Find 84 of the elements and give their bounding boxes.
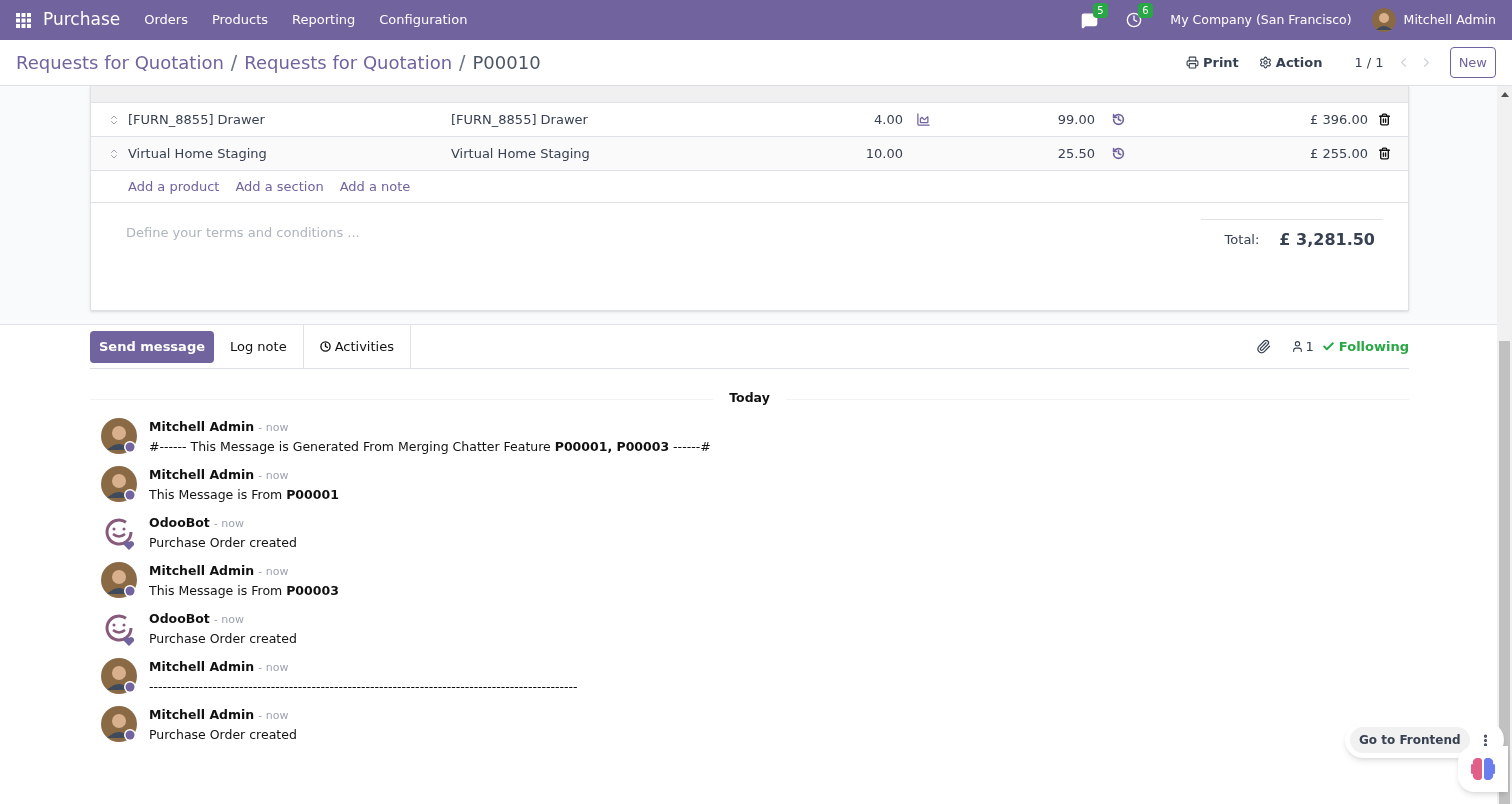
message-body: This Message is From P00003 [149,581,339,600]
total-label: Total: [1224,231,1260,249]
clock-icon [319,341,331,352]
message-time: - now [258,660,289,676]
message-author[interactable]: Mitchell Admin [149,562,255,581]
breadcrumb[interactable]: Requests for Quotation [16,49,224,76]
log-note-button[interactable]: Log note [214,324,304,369]
message-author[interactable]: Mitchell Admin [149,658,255,677]
message-body: #------ This Message is Generated From Merging Chatter Feature P00001, P00003 ------# [149,437,711,456]
table-cell-text: [FURN_8855] Drawer [451,110,589,129]
company-name[interactable]: My Company (San Francisco) [1170,10,1352,30]
assistant-button[interactable] [1458,746,1508,792]
breadcrumb-separator: / [459,50,466,76]
message-time: - now [258,468,289,484]
message-author[interactable]: Mitchell Admin [149,706,255,725]
history-icon[interactable] [1111,113,1125,126]
message-body: Purchase Order created [149,629,297,648]
user-avatar-icon [101,418,137,454]
go-to-frontend-button[interactable]: Go to Frontend [1350,727,1470,753]
breadcrumb[interactable]: Requests for Quotation [244,49,453,76]
menu-item[interactable]: Configuration [379,10,468,30]
table-cell-text: [FURN_8855] Drawer [128,110,266,129]
clock-icon[interactable] [1126,12,1143,28]
pager[interactable]: 1 / 1 [1354,52,1384,73]
add-line-link[interactable]: Add a section [235,176,324,197]
new-button[interactable]: New [1449,46,1496,79]
message-author[interactable]: OdooBot [149,610,210,629]
menu-item[interactable]: Reporting [292,10,356,30]
table-cell-text: 99.00 [1056,110,1095,129]
menu-item[interactable]: Orders [144,10,188,30]
user-avatar-icon [101,466,137,502]
delete-icon[interactable] [1378,147,1391,160]
user-avatar-icon [101,658,137,694]
activities-button[interactable]: Activities [303,324,411,369]
table-cell-text: Virtual Home Staging [451,144,591,163]
messages-icon[interactable] [1081,11,1099,29]
app-grid-icon[interactable] [16,12,31,28]
table-cell-text: £ 396.00 [1309,110,1368,129]
attachment-icon[interactable] [1255,339,1271,354]
menu-item[interactable]: Products [211,10,269,30]
message-body: Purchase Order created [149,533,297,552]
table-cell-text: Virtual Home Staging [128,144,268,163]
breadcrumb: P00010 [472,51,541,75]
delete-icon[interactable] [1378,113,1391,126]
scrollbar[interactable] [1497,86,1512,804]
print-button[interactable]: Print [1185,52,1239,73]
message-time: - now [258,420,289,436]
message-body: ----------------------------------------------------------------------------------------------- [149,677,578,696]
message-author[interactable]: OdooBot [149,514,210,533]
table-cell-text: £ 255.00 [1309,144,1368,163]
brain-icon [1471,758,1495,780]
forecast-chart-icon[interactable] [915,112,931,127]
message-body: Purchase Order created [149,725,297,744]
message-body: This Message is From P00001 [149,485,339,504]
table-cell-text: 10.00 [864,144,903,163]
user-avatar-icon[interactable] [1371,8,1396,32]
table-cell-text: 25.50 [1056,144,1095,163]
user-avatar-icon [101,706,137,742]
check-icon [1321,340,1335,353]
app-name[interactable]: Purchase [43,7,121,33]
printer-icon [1185,56,1199,69]
user-avatar-icon [101,562,137,598]
message-time: - now [258,564,289,580]
breadcrumb-separator: / [230,50,238,76]
following-button[interactable]: Following [1321,336,1409,357]
total-amount: £ 3,281.50 [1279,229,1375,251]
send-message-button[interactable]: Send message [90,331,214,363]
followers-button[interactable]: 1 [1290,336,1314,357]
message-author[interactable]: Mitchell Admin [149,466,255,485]
action-button[interactable]: Action [1258,52,1323,73]
message-time: - now [258,708,289,724]
message-author[interactable]: Mitchell Admin [149,418,255,437]
message-time: - now [213,612,244,628]
count-badge: 6 [1138,3,1153,18]
user-name[interactable]: Mitchell Admin [1403,10,1496,30]
count-badge: 5 [1093,2,1108,18]
add-line-link[interactable]: Add a note [339,176,411,197]
message-time: - now [213,516,244,532]
add-line-link[interactable]: Add a product [128,176,220,197]
terms-field[interactable]: Define your terms and conditions ... [126,219,726,245]
person-icon [1290,340,1304,353]
gear-icon [1258,56,1272,69]
history-icon[interactable] [1111,147,1125,160]
table-cell-text: 4.00 [873,110,903,129]
